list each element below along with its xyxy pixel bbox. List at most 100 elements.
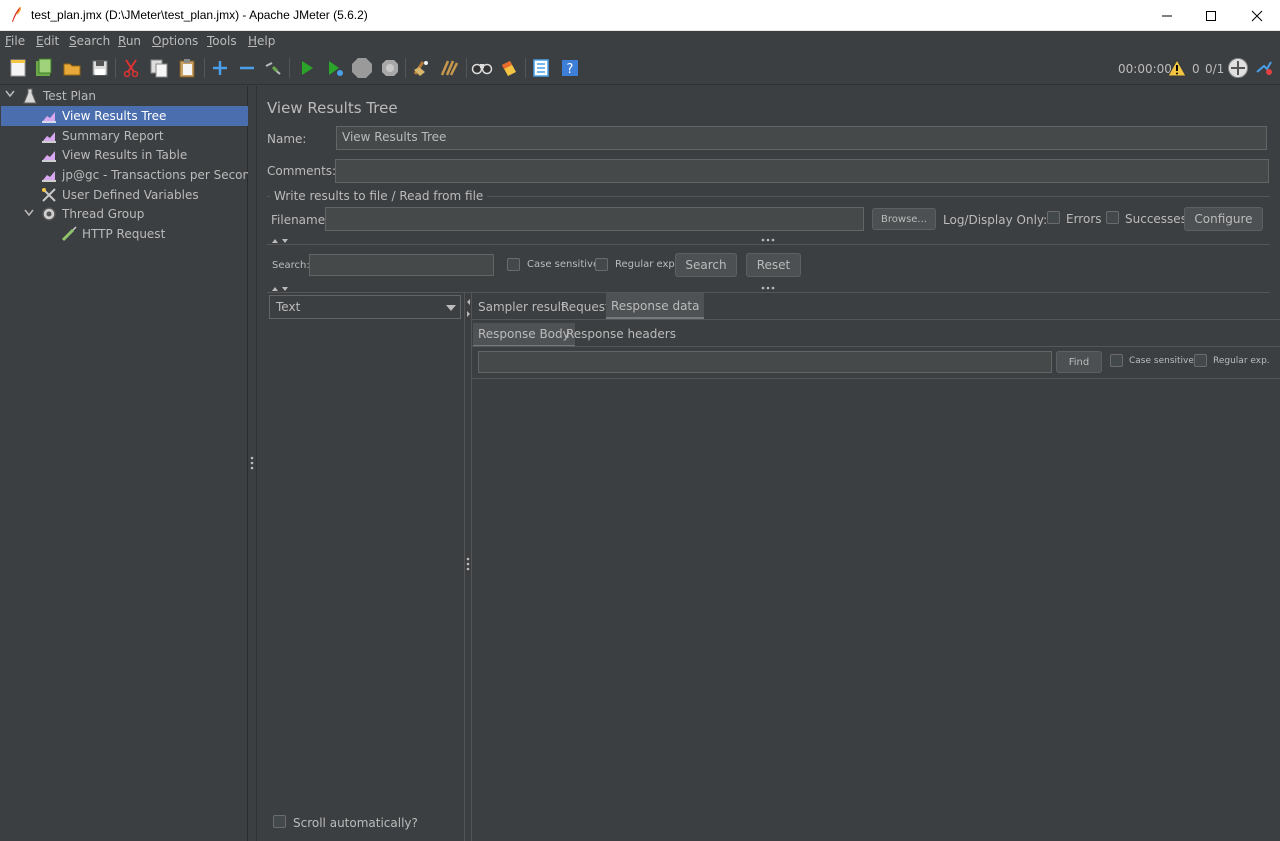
reset-button[interactable]: Reset xyxy=(746,253,801,277)
chevron-down-icon[interactable] xyxy=(5,90,15,101)
find-case-sensitive-label: Case sensitive xyxy=(1129,356,1194,366)
function-helper-icon[interactable] xyxy=(530,57,552,79)
clear-icon[interactable] xyxy=(410,57,432,79)
start-icon[interactable] xyxy=(296,57,318,79)
case-sensitive-checkbox[interactable] xyxy=(507,258,520,271)
copy-icon[interactable] xyxy=(148,57,170,79)
response-body-area[interactable] xyxy=(473,379,1280,841)
cut-icon[interactable] xyxy=(120,57,142,79)
variables-icon xyxy=(41,187,57,203)
chevron-down-icon[interactable] xyxy=(24,209,34,220)
title-bar: test_plan.jmx (D:\JMeter\test_plan.jmx) … xyxy=(0,0,1280,31)
tree-node-summary-report[interactable]: Summary Report xyxy=(41,126,164,146)
clear-all-icon[interactable] xyxy=(438,57,460,79)
tree-node-view-results-in-table[interactable]: View Results in Table xyxy=(41,145,187,165)
menu-bar: File Edit Search Run Options Tools Help xyxy=(0,31,1280,52)
graph-icon xyxy=(41,147,57,163)
reset-search-icon[interactable] xyxy=(498,57,520,79)
tree-node-user-defined-variables[interactable]: User Defined Variables xyxy=(41,185,199,205)
scroll-automatically-checkbox[interactable] xyxy=(273,815,286,828)
split-arrows-icon[interactable] xyxy=(466,298,471,318)
menu-tools[interactable]: Tools xyxy=(207,34,237,48)
name-field[interactable]: View Results Tree xyxy=(336,126,1267,150)
view-results-tree-panel: View Results Tree Name: View Results Tre… xyxy=(257,86,1280,841)
find-input[interactable] xyxy=(478,351,1052,373)
panel-title: View Results Tree xyxy=(267,99,398,117)
errors-checkbox[interactable] xyxy=(1047,211,1060,224)
drag-handle-icon xyxy=(250,456,254,470)
shutdown-icon[interactable] xyxy=(379,57,401,79)
divider xyxy=(267,292,1270,293)
search-input[interactable] xyxy=(309,254,494,276)
split-arrows-icon[interactable] xyxy=(271,237,291,245)
toggle-icon[interactable] xyxy=(262,57,284,79)
menu-run[interactable]: Run xyxy=(118,34,141,48)
tab-response-data[interactable]: Response data xyxy=(606,293,705,319)
thread-count: 0/1 xyxy=(1205,62,1225,76)
tab-response-headers[interactable]: Response headers xyxy=(562,323,680,345)
collapse-icon[interactable] xyxy=(236,57,258,79)
help-icon[interactable]: ? xyxy=(559,57,581,79)
tree-splitter[interactable] xyxy=(248,86,257,841)
tab-divider xyxy=(472,346,1280,347)
jmeter-feather-icon xyxy=(12,6,21,22)
tree-node-transactions-per-second[interactable]: jp@gc - Transactions per Second xyxy=(41,165,258,185)
renderer-selected-value: Text xyxy=(276,300,301,314)
tree-node-view-results-tree[interactable]: View Results Tree xyxy=(1,106,248,126)
save-icon[interactable] xyxy=(89,57,111,79)
browse-button[interactable]: Browse... xyxy=(872,208,936,230)
renderer-select[interactable]: Text xyxy=(269,295,461,319)
split-arrows-icon[interactable] xyxy=(271,285,291,293)
new-icon[interactable] xyxy=(7,57,29,79)
errors-label: Errors xyxy=(1066,212,1102,226)
search-icon[interactable] xyxy=(471,57,493,79)
filename-field[interactable] xyxy=(325,207,864,231)
menu-search[interactable]: Search xyxy=(69,34,110,48)
comments-field[interactable] xyxy=(335,159,1269,183)
drag-handle-icon[interactable] xyxy=(761,238,775,242)
menu-edit[interactable]: Edit xyxy=(36,34,59,48)
log-viewer-icon[interactable] xyxy=(1253,57,1275,79)
find-regex-checkbox[interactable] xyxy=(1194,354,1207,367)
name-label: Name: xyxy=(267,132,307,146)
start-no-pause-icon[interactable] xyxy=(324,57,346,79)
menu-options[interactable]: Options xyxy=(152,34,198,48)
configure-button[interactable]: Configure xyxy=(1184,207,1263,231)
warning-icon[interactable] xyxy=(1166,57,1188,79)
search-button[interactable]: Search xyxy=(675,253,737,277)
stop-icon[interactable] xyxy=(351,57,373,79)
tab-response-body[interactable]: Response Body xyxy=(473,323,575,347)
tree-node-test-plan[interactable]: Test Plan xyxy=(22,86,96,106)
scroll-automatically-label: Scroll automatically? xyxy=(293,816,418,830)
tree-node-thread-group[interactable]: Thread Group xyxy=(41,204,144,224)
close-icon[interactable] xyxy=(1234,0,1280,31)
find-regex-label: Regular exp. xyxy=(1213,356,1270,366)
regex-label: Regular exp. xyxy=(615,259,678,270)
test-plan-tree: Test Plan View Results Tree Summary Repo… xyxy=(1,86,258,841)
sampler-icon xyxy=(61,226,77,242)
find-button[interactable]: Find xyxy=(1056,351,1102,373)
toolbar: ? 00:00:00 0 0/1 xyxy=(0,52,1280,85)
menu-file[interactable]: File xyxy=(5,34,25,48)
menu-help[interactable]: Help xyxy=(248,34,275,48)
drag-handle-icon[interactable] xyxy=(761,286,775,290)
open-icon[interactable] xyxy=(61,57,83,79)
successes-checkbox[interactable] xyxy=(1106,211,1119,224)
minimize-icon[interactable] xyxy=(1144,0,1190,31)
graph-icon xyxy=(41,167,57,183)
tree-node-http-request[interactable]: HTTP Request xyxy=(61,224,165,244)
expand-icon[interactable] xyxy=(209,57,231,79)
elapsed-timer: 00:00:00 xyxy=(1118,62,1172,76)
paste-icon[interactable] xyxy=(176,57,198,79)
tab-divider xyxy=(472,319,1280,320)
regex-checkbox[interactable] xyxy=(595,258,608,271)
search-label: Search: xyxy=(272,260,310,271)
test-plan-icon xyxy=(22,88,38,104)
tab-sampler-result[interactable]: Sampler result xyxy=(474,296,570,318)
maximize-icon[interactable] xyxy=(1188,0,1234,31)
successes-label: Successes xyxy=(1125,212,1187,226)
svg-text:?: ? xyxy=(567,62,574,77)
find-case-sensitive-checkbox[interactable] xyxy=(1110,354,1123,367)
templates-icon[interactable] xyxy=(33,57,55,79)
log-display-label: Log/Display Only: xyxy=(943,213,1048,227)
